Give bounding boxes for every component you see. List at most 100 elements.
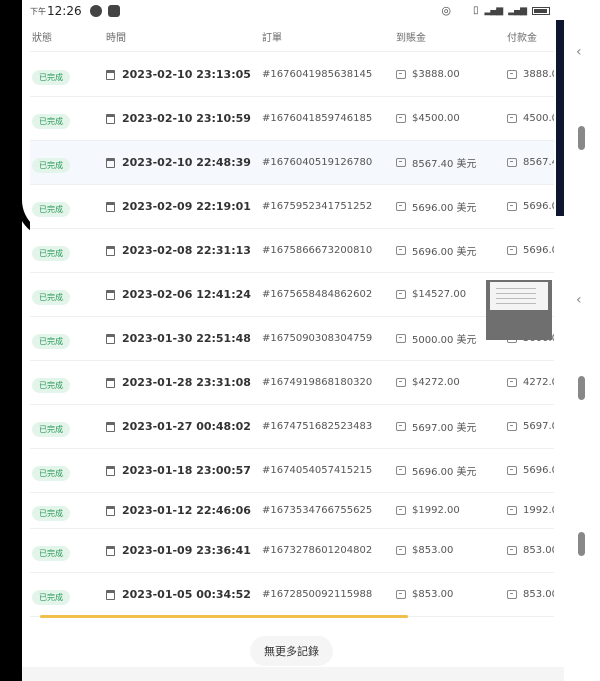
table-row[interactable]: 已完成 2023-01-09 23:36:41 #167327860120480… bbox=[30, 529, 554, 573]
table-row[interactable]: 已完成 2023-02-06 12:41:24 #167565848486260… bbox=[30, 273, 554, 317]
row-time: 2023-02-10 23:13:05 bbox=[122, 68, 251, 81]
status-time-prefix: 下午 bbox=[30, 6, 46, 16]
header-received: 到賬金 bbox=[396, 33, 426, 44]
drag-handle[interactable] bbox=[578, 376, 585, 400]
signal-icon-2: ▂▄▆ bbox=[508, 5, 527, 16]
money-icon bbox=[396, 590, 406, 599]
table-row[interactable]: 已完成 2023-02-10 23:13:05 #167604198563814… bbox=[30, 53, 554, 97]
device-edge-left bbox=[0, 0, 22, 681]
money-icon bbox=[507, 378, 517, 387]
money-icon bbox=[396, 466, 406, 475]
table-row[interactable]: 已完成 2023-01-05 00:34:52 #167285009211598… bbox=[30, 573, 554, 617]
row-time: 2023-01-05 00:34:52 bbox=[122, 588, 251, 601]
table-row[interactable]: 已完成 2023-01-30 22:51:48 #167509030830475… bbox=[30, 317, 554, 361]
location-icon: ◎ bbox=[441, 4, 451, 17]
signal-icon: ▂▄▆ bbox=[484, 5, 503, 16]
calendar-icon bbox=[106, 589, 115, 600]
row-order-id: #1676040519126780 bbox=[262, 157, 373, 168]
row-time: 2023-01-12 22:46:06 bbox=[122, 504, 251, 517]
money-icon bbox=[396, 378, 406, 387]
background-dark-strip bbox=[556, 20, 564, 216]
header-status: 狀態 bbox=[32, 33, 52, 44]
status-badge: 已完成 bbox=[32, 421, 70, 437]
row-paid: 853.00 bbox=[523, 545, 554, 556]
row-time: 2023-02-09 22:19:01 bbox=[122, 200, 251, 213]
calendar-icon bbox=[106, 69, 115, 80]
money-icon bbox=[507, 158, 517, 167]
row-time: 2023-01-27 00:48:02 bbox=[122, 420, 251, 433]
row-received: 5697.00 美元 bbox=[412, 423, 477, 434]
row-time: 2023-02-06 12:41:24 bbox=[122, 288, 251, 301]
row-order-id: #1672850092115988 bbox=[262, 589, 373, 600]
row-received: 5000.00 美元 bbox=[412, 335, 477, 346]
table-row[interactable]: 已完成 2023-01-27 00:48:02 #167475168252348… bbox=[30, 405, 554, 449]
money-icon bbox=[507, 114, 517, 123]
money-icon bbox=[396, 290, 406, 299]
chat-bubble-icon bbox=[89, 5, 102, 17]
row-order-id: #1675090308304759 bbox=[262, 333, 373, 344]
drag-handle[interactable] bbox=[578, 126, 585, 150]
row-received: $853.00 bbox=[412, 545, 454, 556]
row-paid: 8567.4 bbox=[523, 157, 554, 168]
status-badge: 已完成 bbox=[32, 201, 70, 217]
row-order-id: #1675952341751252 bbox=[262, 201, 373, 212]
row-order-id: #1674751682523483 bbox=[262, 421, 373, 432]
table-row[interactable]: 已完成 2023-01-28 23:31:08 #167491986818032… bbox=[30, 361, 554, 405]
row-time: 2023-02-08 22:31:13 bbox=[122, 244, 251, 257]
chevron-left-icon[interactable]: ‹ bbox=[576, 292, 582, 308]
row-received: $4272.00 bbox=[412, 377, 460, 388]
row-received: $4500.00 bbox=[412, 113, 460, 124]
row-time: 2023-01-09 23:36:41 bbox=[122, 544, 251, 557]
header-paid: 付款金 bbox=[507, 33, 537, 44]
money-icon bbox=[396, 114, 406, 123]
table-row[interactable]: 已完成 2023-01-12 22:46:06 #167353476675562… bbox=[30, 493, 554, 529]
thumbnail-line bbox=[496, 288, 536, 289]
money-icon bbox=[396, 422, 406, 431]
table-row[interactable]: 已完成 2023-02-09 22:19:01 #167595234175125… bbox=[30, 185, 554, 229]
drag-handle[interactable] bbox=[578, 532, 585, 556]
table-row[interactable]: 已完成 2023-01-18 23:00:57 #167405405741521… bbox=[30, 449, 554, 493]
money-icon bbox=[396, 202, 406, 211]
row-paid: 5696.0 bbox=[523, 201, 554, 212]
status-badge: 已完成 bbox=[32, 113, 70, 129]
calendar-icon bbox=[106, 465, 115, 476]
money-icon bbox=[396, 546, 406, 555]
row-time: 2023-01-28 23:31:08 bbox=[122, 376, 251, 389]
thumbnail-preview bbox=[490, 282, 548, 310]
row-order-id: #1676041859746185 bbox=[262, 113, 373, 124]
table-row[interactable]: 已完成 2023-02-08 22:31:13 #167586667320081… bbox=[30, 229, 554, 273]
money-icon bbox=[396, 70, 406, 79]
header-time: 時間 bbox=[106, 33, 126, 44]
row-order-id: #1673534766755625 bbox=[262, 505, 373, 516]
status-time: 12:26 bbox=[47, 4, 82, 18]
row-received: $1992.00 bbox=[412, 505, 460, 516]
row-paid: 4272.0 bbox=[523, 377, 554, 388]
row-order-id: #1673278601204802 bbox=[262, 545, 373, 556]
row-order-id: #1674919868180320 bbox=[262, 377, 373, 388]
thumbnail-line bbox=[496, 298, 536, 299]
table-header: 狀態 時間 訂單 到賬金 付款金 bbox=[30, 22, 554, 52]
row-order-id: #1674054057415215 bbox=[262, 465, 373, 476]
money-icon bbox=[507, 70, 517, 79]
table-row[interactable]: 已完成 2023-02-10 22:48:39 #167604051912678… bbox=[30, 141, 554, 185]
table-row[interactable]: 已完成 2023-02-10 23:10:59 #167604185974618… bbox=[30, 97, 554, 141]
header-order: 訂單 bbox=[262, 33, 282, 44]
chevron-left-icon[interactable]: ‹ bbox=[576, 44, 582, 60]
status-badge: 已完成 bbox=[32, 245, 70, 261]
calendar-icon bbox=[106, 377, 115, 388]
row-time: 2023-02-10 23:10:59 bbox=[122, 112, 251, 125]
side-panel-strip: ‹ ‹ bbox=[564, 0, 600, 681]
calendar-icon bbox=[106, 505, 115, 516]
status-badge: 已完成 bbox=[32, 289, 70, 305]
money-icon bbox=[507, 466, 517, 475]
money-icon bbox=[396, 158, 406, 167]
screenshot-thumbnail[interactable] bbox=[486, 280, 552, 340]
calendar-icon bbox=[106, 289, 115, 300]
horizontal-scroll-indicator[interactable] bbox=[40, 615, 408, 618]
status-badge: 已完成 bbox=[32, 157, 70, 173]
status-badge: 已完成 bbox=[32, 333, 70, 349]
row-received: $853.00 bbox=[412, 589, 454, 600]
row-received: 8567.40 美元 bbox=[412, 159, 477, 170]
money-icon bbox=[396, 334, 406, 343]
money-icon bbox=[507, 422, 517, 431]
